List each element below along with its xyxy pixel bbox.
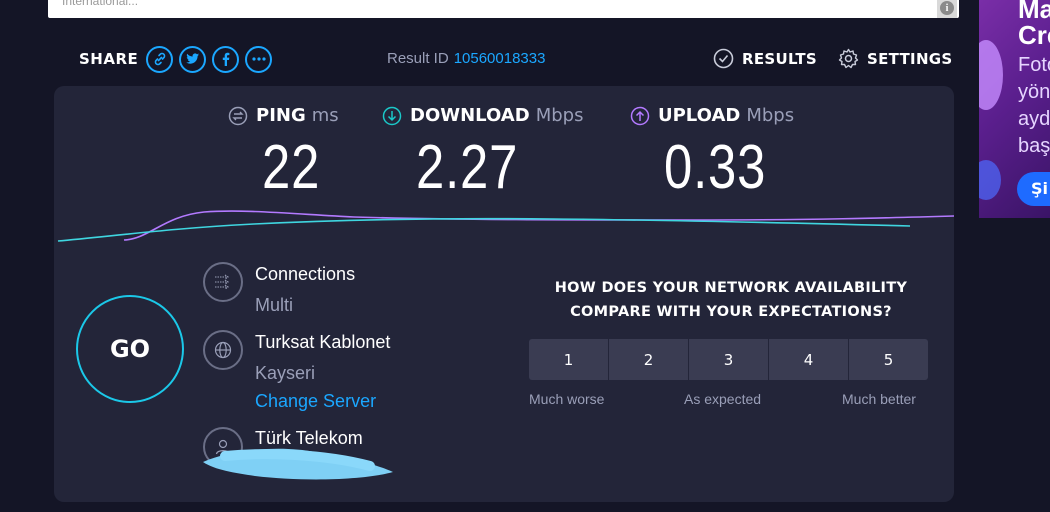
download-unit: Mbps [535,105,584,126]
scale-high-label: Much better [842,391,916,407]
globe-icon [203,330,243,370]
share-bar: SHARE [79,44,278,74]
facebook-icon[interactable] [212,45,240,73]
ping-label: PING [256,105,306,126]
download-metric: DOWNLOAD Mbps 2.27 [382,105,583,203]
upload-metric: UPLOAD Mbps 0.33 [630,105,794,203]
twitter-icon[interactable] [179,45,207,73]
ad-button[interactable]: Şi [1017,172,1050,206]
info-button[interactable]: i [937,0,957,18]
check-circle-icon [713,48,734,69]
redaction-scribble [203,448,393,480]
upload-graph-line [123,210,954,241]
ping-icon [228,106,248,125]
rating-option-2[interactable]: 2 [609,339,688,380]
info-icon: i [940,1,954,15]
more-icon[interactable] [245,45,273,73]
upload-value: 0.33 [664,133,767,202]
ping-unit: ms [311,105,339,126]
upload-label: UPLOAD [658,105,741,126]
settings-button[interactable]: SETTINGS [838,48,953,69]
side-advertisement[interactable]: Ma Cre Foto yön ayd başı Şi [979,0,1050,218]
download-graph-line [57,217,911,242]
speedtest-panel: PING ms 22 DOWNLOAD Mbps 2.27 UPLOAD Mbp… [54,86,954,502]
result-id-label: Result ID [387,50,449,67]
download-label: DOWNLOAD [410,105,530,126]
link-icon[interactable] [146,45,174,73]
result-id: Result ID 10560018333 [387,50,545,67]
speed-graph [57,210,954,242]
download-icon [382,106,402,125]
connections-icon [203,262,243,302]
server-name: Turksat Kablonet [255,332,391,352]
rating-scale: 1 2 3 4 5 [529,339,928,380]
rating-option-4[interactable]: 4 [769,339,848,380]
download-value: 2.27 [416,133,519,202]
ping-metric: PING ms 22 [228,105,339,203]
ad-line-2: Cre [1018,20,1050,50]
server-location: Kayseri [255,363,316,383]
scale-low-label: Much worse [529,391,605,407]
ad-line-4: yön [1018,81,1050,103]
ad-line-3: Foto [1018,54,1050,76]
results-button[interactable]: RESULTS [713,48,817,69]
results-label: RESULTS [742,49,817,68]
ad-line-6: başı [1018,135,1050,157]
ping-value: 22 [262,133,321,202]
top-banner: International... i [48,0,959,18]
gear-icon [838,48,859,69]
upload-icon [630,106,650,125]
upload-unit: Mbps [746,105,795,126]
scale-mid-label: As expected [684,391,762,407]
settings-label: SETTINGS [867,49,953,68]
survey-question: HOW DOES YOUR NETWORK AVAILABILITY COMPA… [554,280,908,320]
change-server-link[interactable]: Change Server [255,391,376,412]
rating-option-5[interactable]: 5 [849,339,928,380]
result-id-value[interactable]: 10560018333 [454,50,546,67]
ad-line-5: ayd [1018,108,1050,130]
banner-text: International... [62,0,139,8]
connections-value: Multi [255,295,294,315]
rating-option-1[interactable]: 1 [529,339,608,380]
go-button[interactable]: GO [76,295,184,403]
connections-label: Connections [255,264,356,284]
share-label: SHARE [79,50,139,68]
rating-option-3[interactable]: 3 [689,339,768,380]
